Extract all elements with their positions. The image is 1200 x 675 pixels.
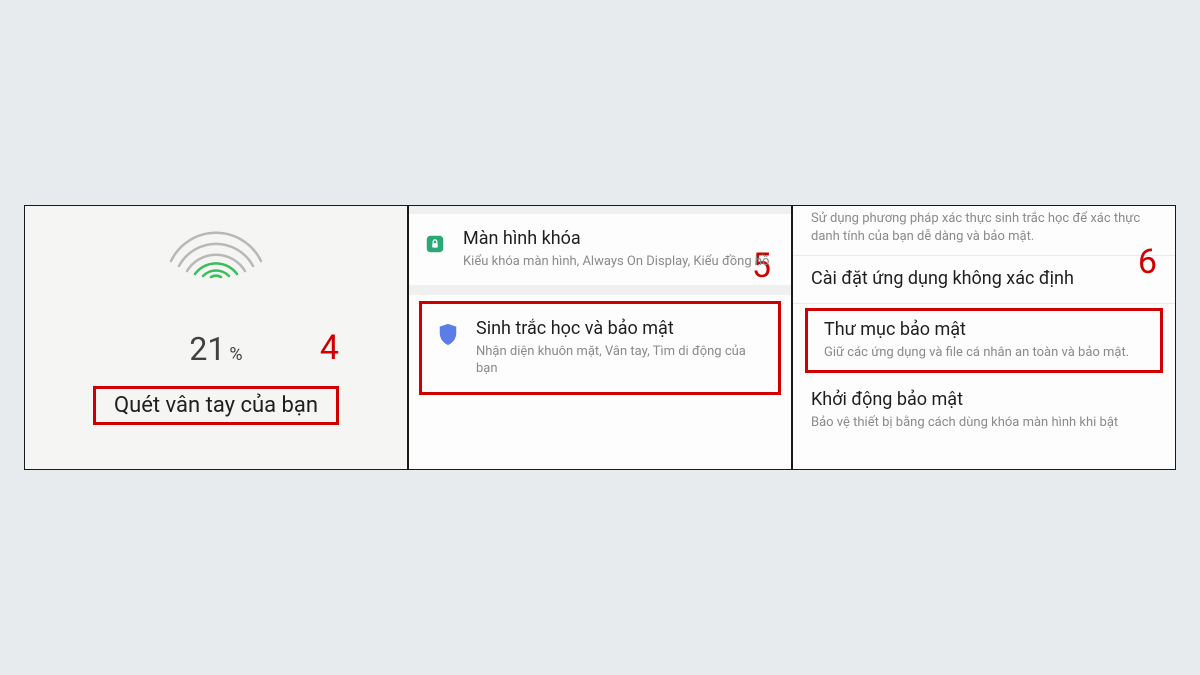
panel-settings-list: 5 Màn hình khóa Kiểu khóa màn hình, Alwa… xyxy=(408,205,792,470)
settings-item-biometrics-highlight[interactable]: Sinh trắc học và bảo mật Nhận diện khuôn… xyxy=(419,301,781,395)
secure-startup-title: Khởi động bảo mật xyxy=(811,389,1157,410)
fingerprint-icon xyxy=(141,205,291,316)
biometrics-title: Sinh trắc học và bảo mật xyxy=(476,318,760,339)
lock-icon xyxy=(421,230,449,258)
step-number-6: 6 xyxy=(1138,242,1157,282)
biometrics-subtitle: Nhận diện khuôn mặt, Vân tay, Tìm di độn… xyxy=(476,343,760,378)
settings-item-unknown-apps[interactable]: Cài đặt ứng dụng không xác định xyxy=(793,256,1175,304)
panel-security-settings: 6 Sử dụng phương pháp xác thực sinh trắc… xyxy=(792,205,1176,470)
biometric-description: Sử dụng phương pháp xác thực sinh trắc h… xyxy=(793,206,1175,256)
secure-folder-subtitle: Giữ các ứng dụng và file cá nhân an toàn… xyxy=(824,344,1144,362)
secure-folder-title: Thư mục bảo mật xyxy=(824,319,1144,340)
shield-icon xyxy=(434,320,462,348)
progress-value: 21 xyxy=(189,330,225,368)
step-number-4: 4 xyxy=(320,328,339,368)
lockscreen-title: Màn hình khóa xyxy=(463,228,773,249)
settings-item-secure-folder-highlight[interactable]: Thư mục bảo mật Giữ các ứng dụng và file… xyxy=(805,308,1163,373)
secure-startup-subtitle: Bảo vệ thiết bị bằng cách dùng khóa màn … xyxy=(811,414,1157,432)
tutorial-panels: 4 21 % Quét vân tay của bạn 5 Màn hình k… xyxy=(24,205,1176,470)
settings-item-lockscreen[interactable]: Màn hình khóa Kiểu khóa màn hình, Always… xyxy=(409,214,791,285)
unknown-apps-title: Cài đặt ứng dụng không xác định xyxy=(811,268,1157,289)
scan-instruction-highlight: Quét vân tay của bạn xyxy=(93,386,339,425)
settings-item-secure-startup[interactable]: Khởi động bảo mật Bảo vệ thiết bị bằng c… xyxy=(793,377,1175,442)
lockscreen-subtitle: Kiểu khóa màn hình, Always On Display, K… xyxy=(463,253,773,271)
scan-progress: 21 % xyxy=(189,330,242,368)
panel-fingerprint-scan: 4 21 % Quét vân tay của bạn xyxy=(24,205,408,470)
progress-percent-symbol: % xyxy=(229,344,242,365)
scan-instruction-text: Quét vân tay của bạn xyxy=(114,393,318,418)
